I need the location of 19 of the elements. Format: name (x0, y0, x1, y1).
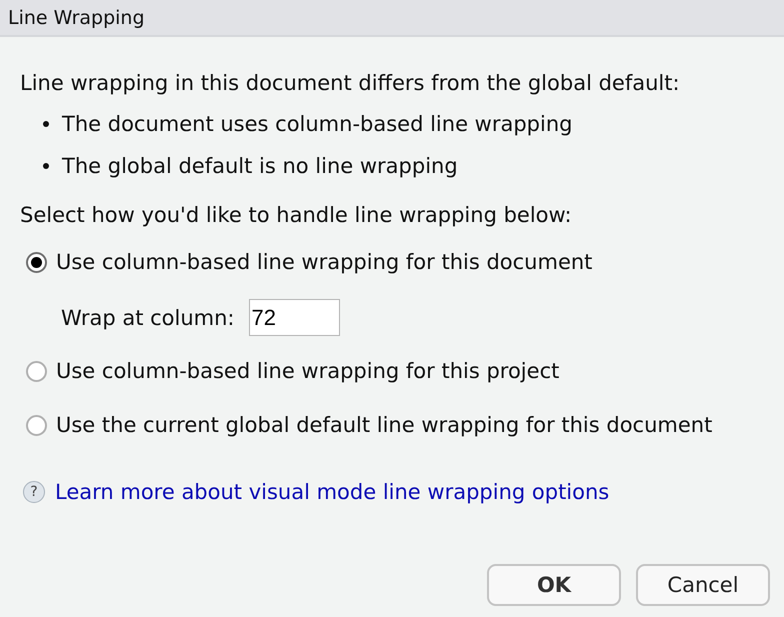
radio-icon[interactable] (26, 414, 47, 436)
message-text: Line wrapping in this document differs from the global default: (20, 71, 681, 95)
ok-button[interactable]: OK (487, 564, 621, 606)
help-icon[interactable]: ? (23, 481, 45, 503)
window-title: Line Wrapping (8, 6, 145, 30)
option-label[interactable]: Use column-based line wrapping for this document (56, 250, 592, 274)
option-label[interactable]: Use the current global default line wrapping for this document (56, 413, 712, 437)
option-label[interactable]: Use column-based line wrapping for this project (56, 359, 560, 383)
radio-icon[interactable] (26, 360, 47, 382)
help-link[interactable]: Learn more about visual mode line wrapping options (55, 480, 610, 504)
bullet-icon (43, 163, 49, 169)
bullet-icon (43, 121, 49, 127)
cancel-button[interactable]: Cancel (636, 564, 770, 606)
bullet-text: The global default is no line wrapping (62, 154, 458, 178)
bullet-text: The document uses column-based line wrapping (62, 112, 572, 136)
radio-selected-icon[interactable] (26, 252, 47, 272)
prompt-text: Select how you'd like to handle line wrapping below: (20, 203, 573, 227)
column-input[interactable]: 72 (248, 299, 340, 336)
field-label: Wrap at column: (61, 306, 234, 330)
